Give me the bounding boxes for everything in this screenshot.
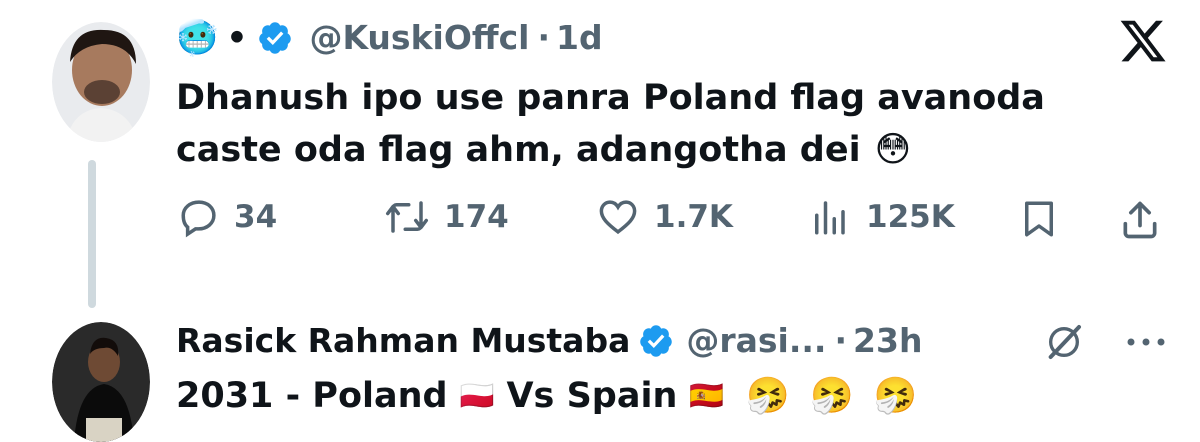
views-chart-icon xyxy=(815,201,845,235)
sneezing-emojis: 🤧 🤧 🤧 xyxy=(746,376,922,416)
display-name-emoji[interactable]: 🥶 xyxy=(176,18,218,58)
views-count: 125K xyxy=(866,199,955,235)
reply-button[interactable]: 34 xyxy=(178,196,277,238)
tweet-text-part-1: 2031 - Poland xyxy=(176,376,448,416)
tweet-header: Rasick Rahman Mustaba @rasi... · 23h xyxy=(176,321,922,361)
verified-badge-icon[interactable] xyxy=(638,323,674,359)
bookmark-icon[interactable] xyxy=(1018,198,1060,240)
avatar-image xyxy=(52,322,150,442)
flushed-emoji: 😳 xyxy=(874,130,912,170)
spain-flag: 🇪🇸 xyxy=(689,379,725,412)
avatar[interactable] xyxy=(52,22,150,142)
reply-count: 34 xyxy=(234,199,278,235)
time-separator: · xyxy=(834,321,848,360)
heart-icon xyxy=(599,200,637,235)
grok-icon[interactable] xyxy=(1044,322,1084,362)
tweet-text-part-2: Vs Spain xyxy=(506,376,678,416)
more-icon[interactable] xyxy=(1124,332,1168,352)
timestamp[interactable]: 23h xyxy=(853,321,922,361)
views-button[interactable]: 125K xyxy=(806,196,955,238)
display-name[interactable]: Rasick Rahman Mustaba xyxy=(176,321,630,361)
avatar-image xyxy=(52,22,150,142)
tweet-text-line-2: caste oda flag ahm, adangotha dei 😳 xyxy=(176,124,911,176)
name-separator: • xyxy=(226,18,248,57)
handle[interactable]: @KuskiOffcl xyxy=(309,18,529,58)
tweet-text: 2031 - Poland 🇵🇱 Vs Spain 🇪🇸 🤧 🤧 🤧 xyxy=(176,370,921,422)
repost-button[interactable]: 174 xyxy=(384,196,509,238)
tweet-text-line-1: Dhanush ipo use panra Poland flag avanod… xyxy=(176,78,1045,118)
timestamp[interactable]: 1d xyxy=(556,18,603,58)
thread-line xyxy=(88,160,96,308)
share-icon[interactable] xyxy=(1118,198,1162,242)
like-button[interactable]: 1.7K xyxy=(596,196,733,238)
verified-badge-icon[interactable] xyxy=(257,20,293,56)
x-logo-icon[interactable] xyxy=(1118,16,1168,66)
poland-flag: 🇵🇱 xyxy=(459,379,495,412)
repost-count: 174 xyxy=(444,199,509,235)
repost-icon xyxy=(386,201,428,233)
avatar[interactable] xyxy=(52,322,150,442)
tweet-header: 🥶 • @KuskiOffcl · 1d xyxy=(176,18,603,58)
reply-icon xyxy=(181,200,216,238)
like-count: 1.7K xyxy=(654,199,733,235)
tweet-text-line-2-text: caste oda flag ahm, adangotha dei xyxy=(176,130,861,170)
time-separator: · xyxy=(537,18,551,57)
handle[interactable]: @rasi... xyxy=(686,321,826,361)
